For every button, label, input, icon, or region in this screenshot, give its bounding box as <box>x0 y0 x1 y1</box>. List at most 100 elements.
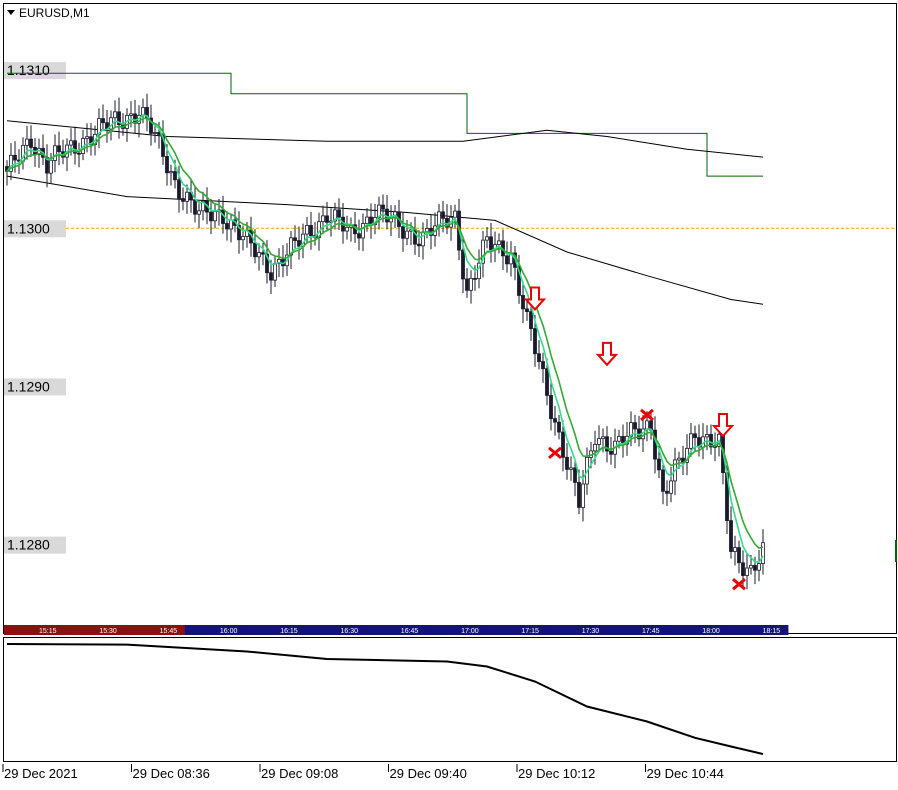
candle-body <box>465 278 469 291</box>
candle-body <box>581 483 585 508</box>
price-label: 1.1290 <box>7 378 50 394</box>
session-label: 16:30 <box>341 628 359 635</box>
candle-body <box>153 132 157 134</box>
session-bar: 15:15 15:30 15:45 16:00 16:15 16:30 16:45 17:00… <box>4 625 789 635</box>
session-label: 17:45 <box>642 628 660 635</box>
candle-body <box>669 480 673 494</box>
candle-body <box>269 272 273 281</box>
session-label: 16:15 <box>280 628 298 635</box>
time-label: 29 Dec 09:40 <box>390 766 467 781</box>
candle-body <box>77 152 81 155</box>
candle-body <box>549 395 553 419</box>
candle-body <box>461 249 465 280</box>
price-marker <box>895 540 897 562</box>
candle-body <box>225 223 229 230</box>
candle-body <box>705 434 709 438</box>
candle-body <box>321 215 325 223</box>
candle-body <box>733 547 737 552</box>
session-label: 17:30 <box>582 628 600 635</box>
candle-body <box>177 179 181 199</box>
candle-body <box>165 156 169 174</box>
candle-body <box>13 154 17 161</box>
candle-body <box>381 204 385 210</box>
candle-body <box>241 236 245 241</box>
candle-body <box>569 467 573 470</box>
candle-body <box>197 210 201 215</box>
candle-body <box>737 547 741 564</box>
candle-body <box>713 445 717 448</box>
candle-body <box>357 233 361 239</box>
candle-body <box>677 457 681 461</box>
candle-body <box>185 191 189 202</box>
candle-body <box>553 418 557 423</box>
time-label: 29 Dec 10:44 <box>647 766 724 781</box>
candle-body <box>49 160 53 174</box>
candle-body <box>401 226 405 239</box>
candle-body <box>505 255 509 265</box>
candle-body <box>441 211 445 219</box>
candle-body <box>309 225 313 236</box>
candle-body <box>213 211 217 222</box>
session-label: 17:15 <box>521 628 539 635</box>
candle-body <box>753 564 757 571</box>
candle-body <box>653 429 657 460</box>
candle-body <box>69 140 73 146</box>
candle-body <box>561 431 565 458</box>
session-label: 16:00 <box>220 628 238 635</box>
candle-body <box>657 458 661 471</box>
candle-body <box>601 436 605 440</box>
candle-body <box>489 236 493 251</box>
time-label: 29 Dec 09:08 <box>261 766 338 781</box>
candle-body <box>529 311 533 329</box>
candle-body <box>365 216 369 224</box>
candle-body <box>193 199 197 215</box>
candle-body <box>577 482 581 508</box>
candle-body <box>113 111 117 119</box>
candle-body <box>473 277 477 280</box>
session-label: 16:45 <box>401 628 419 635</box>
candle-body <box>57 145 61 153</box>
candle-body <box>181 198 185 202</box>
candle-body <box>293 237 297 241</box>
candle-body <box>525 308 529 312</box>
candle-body <box>633 422 637 430</box>
time-label: 29 Dec 2021 <box>4 766 78 781</box>
candle-body <box>361 223 365 239</box>
candle-body <box>609 450 613 455</box>
candle-body <box>53 145 57 161</box>
candle-body <box>689 433 693 449</box>
candle-body <box>749 564 753 569</box>
candle-body <box>533 328 537 355</box>
candle-body <box>325 215 329 223</box>
candle-body <box>229 219 233 230</box>
chart: EURUSD,M1 1.1310 1.1300 1.1290 1.1280 15:15… <box>2 3 897 781</box>
candle-body <box>101 118 105 124</box>
candle-body <box>745 567 749 576</box>
candle-body <box>617 436 621 442</box>
candle-body <box>173 171 177 181</box>
candle-body <box>557 421 561 433</box>
price-label: 1.1300 <box>7 220 50 236</box>
candle-body <box>169 171 173 174</box>
candle-body <box>253 242 257 258</box>
candle-body <box>541 361 545 370</box>
candle-body <box>297 240 301 247</box>
candle-body <box>485 236 489 241</box>
candle-body <box>757 563 761 571</box>
candle-body <box>337 209 341 218</box>
candle-body <box>565 456 569 470</box>
candle-body <box>345 226 349 232</box>
candle-body <box>573 467 577 483</box>
session-label: 15:15 <box>39 628 57 635</box>
candle-body <box>537 353 541 362</box>
candle-body <box>417 243 421 247</box>
session-label: 15:45 <box>160 628 178 635</box>
candle-body <box>545 368 549 396</box>
candle-body <box>421 231 425 247</box>
time-label: 29 Dec 08:36 <box>133 766 210 781</box>
candle-body <box>453 210 457 218</box>
session-label: 15:30 <box>99 628 117 635</box>
indicator-pane[interactable] <box>3 637 897 762</box>
candle-body <box>729 520 733 552</box>
candle-body <box>665 490 669 494</box>
